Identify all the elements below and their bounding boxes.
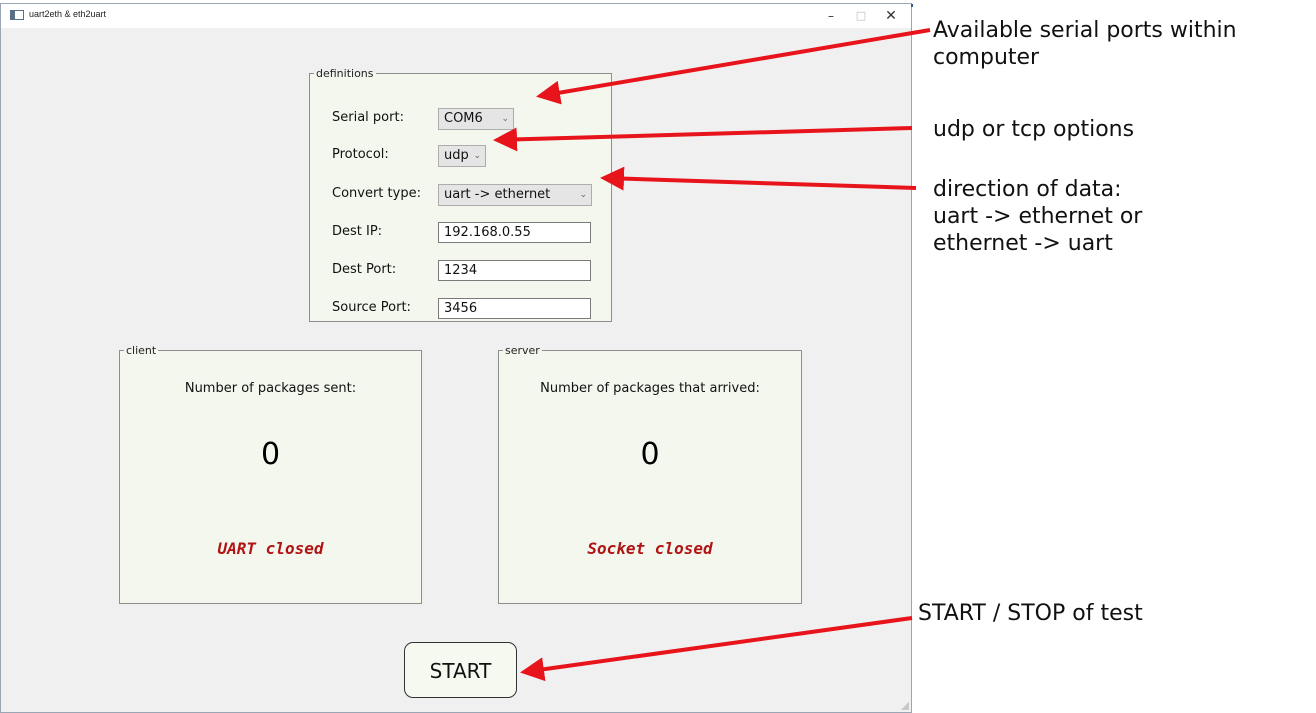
- chevron-down-icon: ⌄: [579, 190, 587, 200]
- packages-arrived-label: Number of packages that arrived:: [540, 381, 760, 396]
- serial-port-label: Serial port:: [332, 110, 404, 125]
- window-title: uart2eth & eth2uart: [29, 9, 107, 19]
- convert-type-select[interactable]: uart -> ethernet ⌄: [438, 184, 592, 206]
- client-group: client Number of packages sent: 0 UART c…: [119, 344, 422, 604]
- convert-type-value: uart -> ethernet: [444, 187, 551, 202]
- annotation-protocol: udp or tcp options: [933, 117, 1135, 142]
- dest-port-label: Dest Port:: [332, 262, 397, 277]
- protocol-select[interactable]: udp ⌄: [438, 145, 486, 167]
- serial-port-select[interactable]: COM6 ⌄: [438, 108, 514, 130]
- annotation-serial-ports-line1: Available serial ports within: [933, 18, 1237, 43]
- annotation-direction-line3: ethernet -> uart: [933, 231, 1113, 256]
- packages-sent-count: 0: [260, 437, 281, 472]
- server-legend: server: [505, 344, 540, 357]
- start-button[interactable]: START: [404, 642, 517, 698]
- annotation-direction-line1: direction of data:: [933, 177, 1122, 202]
- annotation-start-stop: START / STOP of test: [918, 601, 1143, 626]
- serial-port-value: COM6: [444, 111, 483, 126]
- protocol-label: Protocol:: [332, 147, 389, 162]
- definitions-legend: definitions: [316, 67, 374, 80]
- chevron-down-icon: ⌄: [501, 114, 509, 124]
- source-port-field[interactable]: 3456: [438, 298, 591, 319]
- source-port-label: Source Port:: [332, 300, 411, 315]
- app-icon: [10, 10, 24, 20]
- protocol-value: udp: [444, 148, 469, 163]
- packages-sent-label: Number of packages sent:: [184, 381, 357, 396]
- app-window: uart2eth & eth2uart – □ ✕ definitions Se…: [0, 3, 913, 713]
- close-button[interactable]: ✕: [876, 4, 906, 28]
- dest-ip-label: Dest IP:: [332, 224, 383, 239]
- title-bar[interactable]: uart2eth & eth2uart – □ ✕: [1, 4, 911, 28]
- uart-status: UART closed: [217, 539, 324, 558]
- socket-status: Socket closed: [587, 539, 713, 558]
- minimize-button[interactable]: –: [816, 4, 846, 28]
- server-group: server Number of packages that arrived: …: [498, 344, 802, 604]
- dest-port-field[interactable]: 1234: [438, 260, 591, 281]
- resize-grip[interactable]: [901, 702, 909, 710]
- packages-arrived-count: 0: [640, 437, 660, 472]
- chevron-down-icon: ⌄: [473, 151, 481, 161]
- annotation-serial-ports-line2: computer: [933, 45, 1040, 70]
- client-legend: client: [126, 344, 157, 357]
- maximize-button[interactable]: □: [846, 4, 876, 28]
- definitions-group: definitions Serial port: COM6 ⌄ Protocol…: [309, 67, 612, 322]
- annotation-direction-line2: uart -> ethernet or: [933, 204, 1143, 229]
- convert-type-label: Convert type:: [332, 186, 421, 201]
- dest-ip-field[interactable]: 192.168.0.55: [438, 222, 591, 243]
